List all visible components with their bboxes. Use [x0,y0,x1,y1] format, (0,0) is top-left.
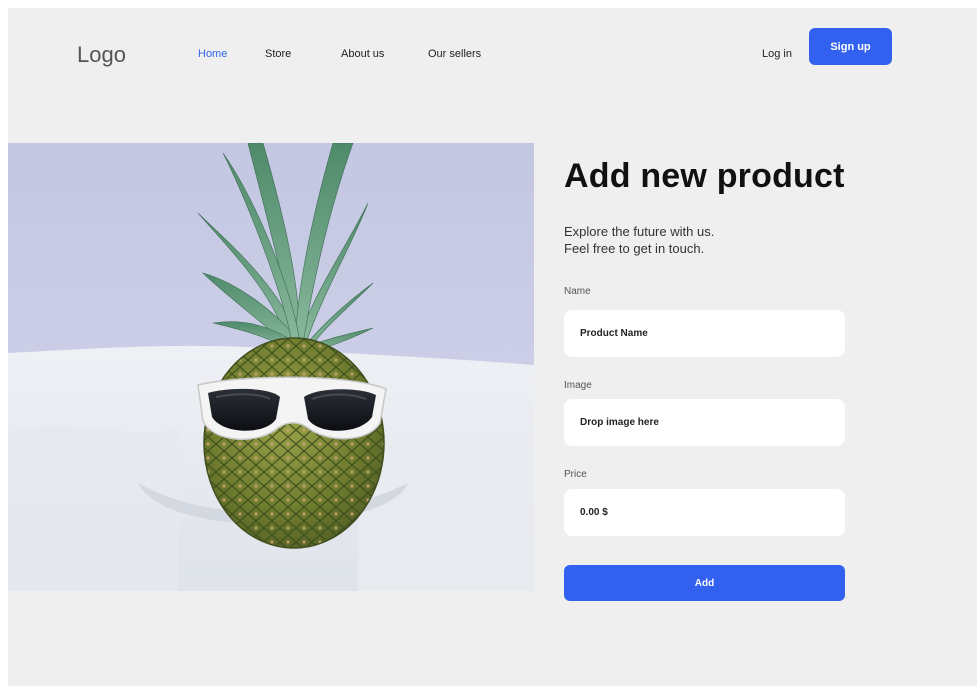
nav-about-us[interactable]: About us [341,48,384,60]
form-subtitle: Explore the future with us. Feel free to… [564,223,714,257]
product-image [8,143,534,591]
add-button[interactable]: Add [564,565,845,601]
image-dropzone[interactable]: Drop image here [564,399,845,446]
page-title: Add new product [564,157,845,195]
signup-button[interactable]: Sign up [809,28,892,65]
page-container: Logo Home Store About us Our sellers Log… [8,8,977,686]
price-label: Price [564,469,587,480]
nav-home[interactable]: Home [198,48,227,60]
nav-store[interactable]: Store [265,48,291,60]
login-link[interactable]: Log in [762,48,792,60]
name-input[interactable]: Product Name [564,310,845,357]
name-label: Name [564,286,591,297]
logo[interactable]: Logo [77,42,126,68]
pineapple-sunglasses-illustration [8,143,534,591]
subtitle-line-2: Feel free to get in touch. [564,241,705,256]
subtitle-line-1: Explore the future with us. [564,224,715,239]
nav-our-sellers[interactable]: Our sellers [428,48,481,60]
price-input[interactable]: 0.00 $ [564,489,845,536]
image-label: Image [564,380,592,391]
